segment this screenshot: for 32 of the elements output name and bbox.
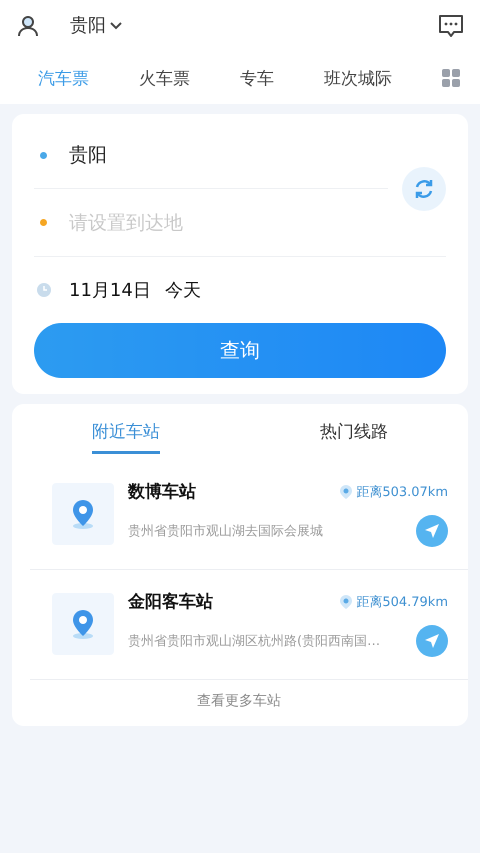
clock-icon (37, 283, 51, 297)
map-pin-icon (70, 608, 96, 640)
city-selector[interactable]: 贵阳 (70, 17, 122, 35)
tab[interactable]: 热门线路 (240, 404, 468, 460)
station-name[interactable]: 数博车站 (128, 480, 196, 503)
origin-field[interactable]: 贵阳 (69, 142, 107, 168)
grid-icon[interactable] (442, 69, 460, 87)
refresh-icon (413, 178, 435, 200)
tab[interactable]: 火车票 (139, 66, 190, 90)
station-name[interactable]: 金阳客车站 (128, 590, 213, 613)
navigate-button[interactable] (416, 625, 448, 657)
distance-text: 距离503.07km (356, 484, 448, 500)
station-address: 贵州省贵阳市观山湖区杭州路(贵阳西南国… (128, 633, 380, 650)
navigate-button[interactable] (416, 515, 448, 547)
map-pin-icon (70, 498, 96, 530)
more-stations-link[interactable]: 查看更多车站 (197, 680, 281, 726)
chevron-down-icon (110, 22, 122, 30)
date-text[interactable]: 11月14日 (69, 278, 151, 302)
destination-dot-icon (40, 219, 47, 226)
station-address: 贵州省贵阳市观山湖去国际会展城 (128, 523, 323, 540)
arrow-icon (424, 633, 440, 649)
tab[interactable]: 班次城际 (324, 66, 392, 90)
origin-dot-icon (40, 152, 47, 158)
day-label: 今天 (164, 279, 201, 302)
location-icon (340, 594, 352, 608)
arrow-icon (424, 523, 440, 539)
swap-button[interactable] (402, 167, 446, 211)
message-icon[interactable] (438, 14, 464, 38)
user-icon[interactable] (16, 14, 40, 38)
location-icon (340, 484, 352, 498)
tab[interactable]: 专车 (240, 66, 274, 90)
distance-text: 距离504.79km (356, 594, 448, 610)
